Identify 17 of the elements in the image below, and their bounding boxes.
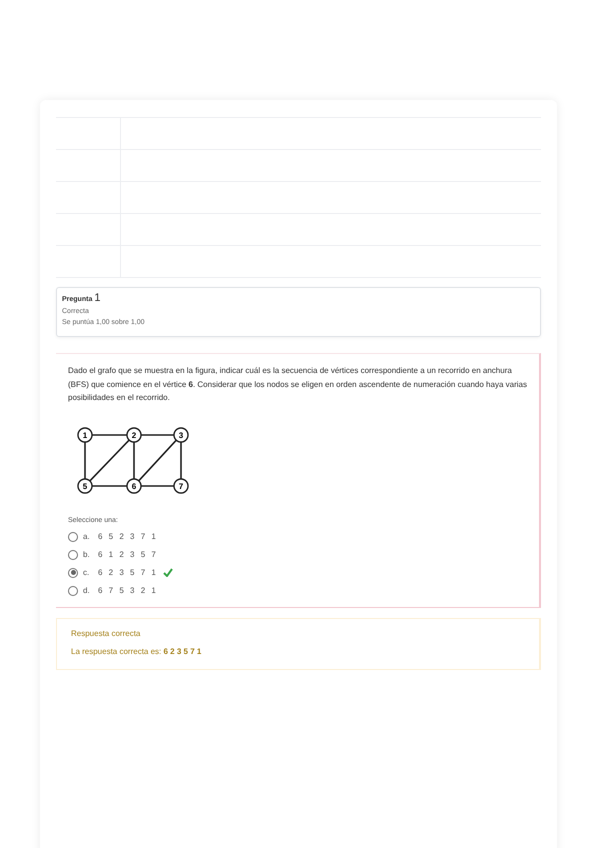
question-number: 1 (94, 292, 100, 304)
radio-button[interactable] (68, 532, 78, 542)
option-letter: d. (83, 586, 91, 595)
radio-button[interactable] (68, 568, 78, 578)
feedback-title: Respuesta correcta (71, 629, 142, 638)
option-letter: c. (83, 568, 90, 577)
graph-drawing: 1 2 3 5 6 7 (68, 420, 198, 500)
radio-button[interactable] (68, 586, 78, 596)
option-letter: b. (83, 550, 91, 559)
option-letter: a. (83, 532, 91, 541)
question-text: Dado el grafo que se muestra en la figura, indicar cuál es la secuencia de vértices correspondiente a un recorrido en anchura (BFS) que comience en el vértice 6. Considerar que los nodos se eligen en orden ascendente de numeración cuando haya varias posibilidades en el recorrido. (68, 365, 527, 404)
radio-button[interactable] (68, 550, 78, 560)
option-text: 6 5 2 3 7 1 (98, 532, 158, 541)
option-text: 6 1 2 3 5 7 (98, 550, 158, 559)
option-text: 6 2 3 5 7 1 (98, 568, 158, 577)
option-text: 6 7 5 3 2 1 (98, 586, 158, 595)
feedback-text: La respuesta correcta es: 6 2 3 5 7 1 (71, 647, 202, 656)
